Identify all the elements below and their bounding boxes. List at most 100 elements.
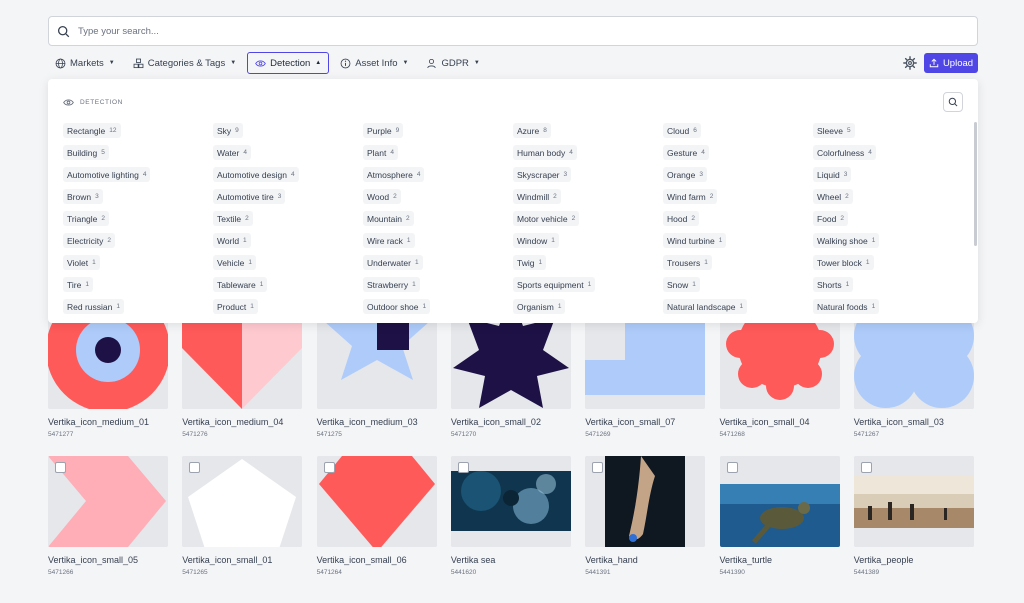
asset-card[interactable]: Vertika sea 5441620 [450, 456, 571, 576]
asset-thumbnail[interactable] [450, 456, 571, 547]
asset-card[interactable]: Vertika_hand 5441391 [585, 456, 706, 576]
detection-tag[interactable]: Wheel 2 [813, 189, 853, 204]
asset-thumbnail[interactable] [316, 456, 437, 547]
detection-tag[interactable]: Food 2 [813, 211, 848, 226]
asset-card[interactable]: Vertika_icon_small_01 5471265 [182, 456, 303, 576]
detection-tag[interactable]: Motor vehicle 2 [513, 211, 580, 226]
detection-tag[interactable]: Tower block 1 [813, 255, 874, 270]
detection-tag[interactable]: Strawberry 1 [363, 277, 420, 292]
asset-thumbnail[interactable] [853, 456, 974, 547]
asset-card[interactable]: Vertika_icon_medium_04 5471276 [182, 318, 303, 438]
detection-tag[interactable]: Tableware 1 [213, 277, 268, 292]
detection-tag[interactable]: Sky 9 [213, 123, 243, 138]
detection-tag[interactable]: Electricity 2 [63, 233, 115, 248]
search-input[interactable] [78, 25, 898, 37]
detection-tag[interactable]: Shorts 1 [813, 277, 854, 292]
detection-tag[interactable]: Automotive lighting 4 [63, 167, 151, 182]
asset-select-checkbox[interactable] [592, 462, 604, 473]
detection-tag[interactable]: Sports equipment 1 [513, 277, 596, 292]
detection-tag[interactable]: Automotive design 4 [213, 167, 299, 182]
asset-thumbnail[interactable] [48, 318, 168, 409]
detection-tag[interactable]: Gesture 4 [663, 145, 709, 160]
detection-tag[interactable]: Snow 1 [663, 277, 700, 292]
asset-thumbnail[interactable] [585, 318, 706, 409]
asset-thumbnail[interactable] [585, 456, 706, 547]
detection-tag[interactable]: Underwater 1 [363, 255, 423, 270]
asset-thumbnail[interactable] [182, 318, 303, 409]
detection-tag[interactable]: Windmill 2 [513, 189, 561, 204]
detection-tag[interactable]: Walking shoe 1 [813, 233, 880, 248]
detection-tag[interactable]: Mountain 2 [363, 211, 414, 226]
gear-icon[interactable] [902, 55, 918, 71]
panel-scrollbar[interactable] [974, 122, 977, 246]
asset-thumbnail[interactable] [853, 318, 974, 409]
detection-tag[interactable]: Organism 1 [513, 299, 566, 314]
detection-tag[interactable]: Water 4 [213, 145, 251, 160]
detection-tag[interactable]: Vehicle 1 [213, 255, 257, 270]
detection-tag[interactable]: Purple 9 [363, 123, 404, 138]
asset-select-checkbox[interactable] [55, 462, 66, 473]
asset-thumbnail[interactable] [182, 456, 303, 547]
asset-select-checkbox[interactable] [860, 462, 872, 473]
detection-tag[interactable]: Automotive tire 3 [213, 189, 286, 204]
panel-search-button[interactable] [943, 92, 963, 112]
detection-tag[interactable]: Product 1 [213, 299, 258, 314]
detection-filter-button[interactable]: Detection ▲ [247, 52, 330, 74]
detection-tag[interactable]: Building 5 [63, 145, 109, 160]
detection-tag[interactable]: Sleeve 5 [813, 123, 855, 138]
detection-tag[interactable]: Twig 1 [513, 255, 547, 270]
detection-tag[interactable]: Wind farm 2 [663, 189, 718, 204]
asset-card[interactable]: Vertika_icon_medium_03 5471275 [316, 318, 437, 438]
markets-filter-button[interactable]: Markets ▼ [48, 52, 122, 74]
asset-thumbnail[interactable] [719, 318, 840, 409]
detection-tag[interactable]: Red russian 1 [63, 299, 124, 314]
asset-card[interactable]: Vertika_icon_small_04 5471268 [719, 318, 840, 438]
detection-tag[interactable]: Wood 2 [363, 189, 401, 204]
detection-tag[interactable]: Hood 2 [663, 211, 699, 226]
detection-tag[interactable]: Outdoor shoe 1 [363, 299, 431, 314]
detection-tag[interactable]: World 1 [213, 233, 251, 248]
asset-select-checkbox[interactable] [726, 462, 738, 473]
detection-tag[interactable]: Natural foods 1 [813, 299, 880, 314]
detection-tag[interactable]: Liquid 3 [813, 167, 852, 182]
detection-tag[interactable]: Azure 8 [513, 123, 551, 138]
detection-tag[interactable]: Cloud 6 [663, 123, 701, 138]
asset-select-checkbox[interactable] [189, 462, 201, 473]
detection-tag[interactable]: Orange 3 [663, 167, 707, 182]
detection-tag[interactable]: Window 1 [513, 233, 559, 248]
detection-tag[interactable]: Wind turbine 1 [663, 233, 727, 248]
asset-thumbnail[interactable] [719, 456, 840, 547]
detection-tag[interactable]: Textile 2 [213, 211, 253, 226]
asset-thumbnail[interactable] [450, 318, 571, 409]
asset-card[interactable]: Vertika_icon_small_02 5471270 [450, 318, 571, 438]
gdpr-filter-button[interactable]: GDPR ▼ [419, 52, 486, 74]
detection-tag[interactable]: Skyscraper 3 [513, 167, 572, 182]
asset-card[interactable]: Vertika_icon_medium_01 5471277 [48, 318, 168, 438]
asset-card[interactable]: Vertika_icon_small_05 5471266 [48, 456, 168, 576]
asset-thumbnail[interactable] [48, 456, 168, 547]
asset-card[interactable]: Vertika_icon_small_06 5471264 [316, 456, 437, 576]
categories-tags-filter-button[interactable]: Categories & Tags ▼ [126, 52, 243, 74]
asset-card[interactable]: Vertika_icon_small_03 5471267 [853, 318, 974, 438]
asset-thumbnail[interactable] [316, 318, 437, 409]
detection-tag[interactable]: Rectangle 12 [63, 123, 121, 138]
detection-tag[interactable]: Plant 4 [363, 145, 398, 160]
detection-tag[interactable]: Tire 1 [63, 277, 93, 292]
detection-tag[interactable]: Brown 3 [63, 189, 103, 204]
asset-card[interactable]: Vertika_turtle 5441390 [719, 456, 840, 576]
asset-card[interactable]: Vertika_people 5441389 [853, 456, 974, 576]
upload-button[interactable]: Upload [924, 53, 978, 73]
detection-tag[interactable]: Natural landscape 1 [663, 299, 748, 314]
detection-tag[interactable]: Human body 4 [513, 145, 577, 160]
search-bar[interactable] [48, 16, 978, 46]
detection-tag[interactable]: Atmosphere 4 [363, 167, 425, 182]
detection-tag[interactable]: Wire rack 1 [363, 233, 415, 248]
detection-tag[interactable]: Trousers 1 [663, 255, 712, 270]
asset-select-checkbox[interactable] [323, 462, 335, 473]
detection-tag[interactable]: Violet 1 [63, 255, 100, 270]
detection-tag[interactable]: Colorfulness 4 [813, 145, 876, 160]
asset-info-filter-button[interactable]: Asset Info ▼ [333, 52, 415, 74]
asset-card[interactable]: Vertika_icon_small_07 5471269 [585, 318, 706, 438]
asset-select-checkbox[interactable] [457, 462, 469, 473]
detection-tag[interactable]: Triangle 2 [63, 211, 110, 226]
